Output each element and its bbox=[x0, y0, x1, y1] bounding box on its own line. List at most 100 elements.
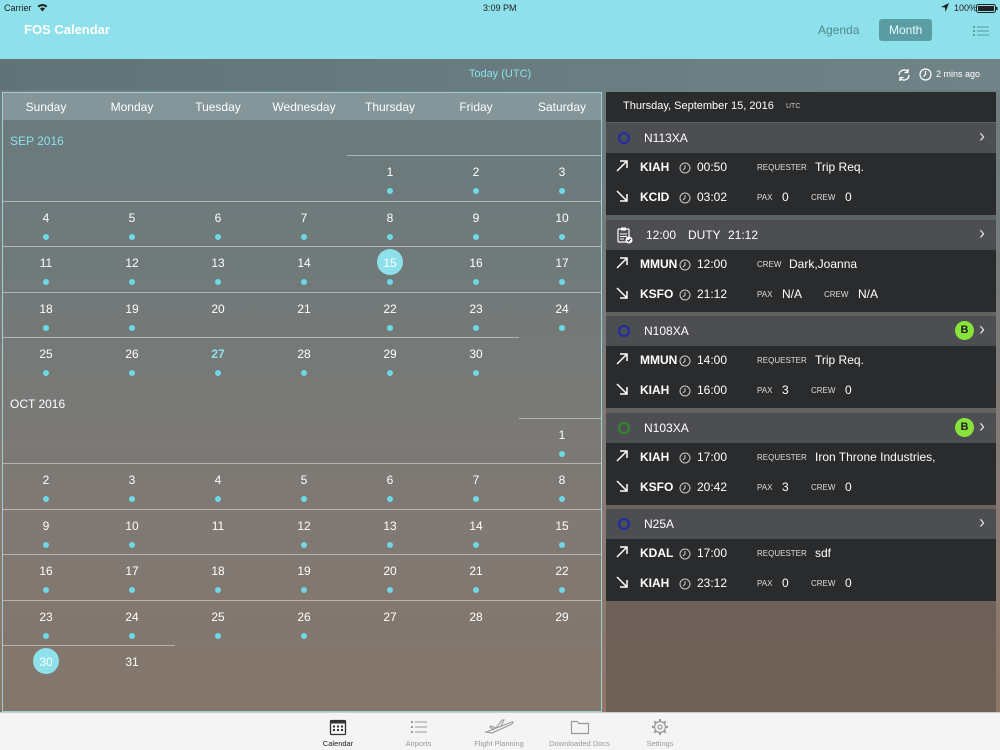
day-cell-13[interactable]: 13 bbox=[175, 256, 261, 270]
agenda-view-button[interactable]: Agenda bbox=[808, 19, 869, 41]
arrival-row: KSFO 20:42 PAX 3 CREW 0 bbox=[606, 473, 996, 503]
day-cell-31[interactable]: 31 bbox=[89, 655, 175, 669]
day-cell-27[interactable]: 27 bbox=[175, 347, 261, 361]
day-cell-5[interactable]: 5 bbox=[89, 211, 175, 225]
day-cell-1[interactable]: 1 bbox=[519, 428, 601, 442]
week-separator bbox=[519, 417, 601, 419]
sync-icon[interactable] bbox=[897, 68, 911, 82]
event-indicator-dot bbox=[215, 496, 221, 502]
day-cell-13[interactable]: 13 bbox=[347, 519, 433, 533]
day-cell-21[interactable]: 21 bbox=[261, 302, 347, 316]
tab-flight-planning[interactable]: Flight Planning bbox=[459, 713, 539, 750]
day-cell-25[interactable]: 25 bbox=[175, 610, 261, 624]
day-cell-21[interactable]: 21 bbox=[433, 564, 519, 578]
chevron-right-icon[interactable]: › bbox=[979, 512, 985, 533]
day-cell-2[interactable]: 2 bbox=[3, 473, 89, 487]
day-cell-4[interactable]: 4 bbox=[175, 473, 261, 487]
arrival-clock-icon bbox=[679, 191, 691, 209]
day-cell-19[interactable]: 19 bbox=[261, 564, 347, 578]
day-cell-20[interactable]: 20 bbox=[347, 564, 433, 578]
chevron-right-icon[interactable]: › bbox=[979, 416, 985, 437]
day-cell-10[interactable]: 10 bbox=[89, 519, 175, 533]
day-cell-26[interactable]: 26 bbox=[261, 610, 347, 624]
crew-label: CREW bbox=[811, 386, 836, 395]
tab-settings[interactable]: Settings bbox=[620, 713, 700, 750]
day-cell-30[interactable]: 30 bbox=[3, 655, 89, 669]
chevron-right-icon[interactable]: › bbox=[979, 126, 985, 147]
day-agenda-panel: Thursday, September 15, 2016 UTC N113XA ›… bbox=[606, 92, 996, 712]
day-cell-7[interactable]: 7 bbox=[433, 473, 519, 487]
day-cell-12[interactable]: 12 bbox=[89, 256, 175, 270]
day-cell-9[interactable]: 9 bbox=[3, 519, 89, 533]
day-cell-1[interactable]: 1 bbox=[347, 165, 433, 179]
day-cell-11[interactable]: 11 bbox=[3, 256, 89, 270]
day-cell-18[interactable]: 18 bbox=[3, 302, 89, 316]
agenda-item-header[interactable]: N113XA › bbox=[606, 123, 996, 153]
pax-label: PAX bbox=[757, 386, 773, 395]
day-cell-17[interactable]: 17 bbox=[89, 564, 175, 578]
agenda-item-header[interactable]: N108XA B › bbox=[606, 316, 996, 346]
day-cell-20[interactable]: 20 bbox=[175, 302, 261, 316]
event-indicator-dot bbox=[129, 370, 135, 376]
tab-downloaded-docs[interactable]: Downloaded Docs bbox=[540, 713, 620, 750]
day-cell-26[interactable]: 26 bbox=[89, 347, 175, 361]
day-cell-28[interactable]: 28 bbox=[261, 347, 347, 361]
day-cell-9[interactable]: 9 bbox=[433, 211, 519, 225]
day-cell-7[interactable]: 7 bbox=[261, 211, 347, 225]
event-indicator-dot bbox=[129, 324, 135, 331]
day-cell-16[interactable]: 16 bbox=[433, 256, 519, 270]
tab-airports[interactable]: Airports bbox=[379, 713, 459, 750]
day-cell-27[interactable]: 27 bbox=[347, 610, 433, 624]
agenda-item-header[interactable]: N103XA B › bbox=[606, 412, 996, 443]
day-cell-23[interactable]: 23 bbox=[3, 610, 89, 624]
day-cell-23[interactable]: 23 bbox=[433, 302, 519, 316]
day-cell-8[interactable]: 8 bbox=[347, 211, 433, 225]
day-cell-11[interactable]: 11 bbox=[175, 519, 261, 533]
day-cell-14[interactable]: 14 bbox=[261, 256, 347, 270]
day-cell-5[interactable]: 5 bbox=[261, 473, 347, 487]
today-button[interactable]: Today (UTC) bbox=[0, 68, 1000, 80]
agenda-item-flight[interactable]: N103XA B › KIAH 17:00 REQUESTER Iron Throne In… bbox=[606, 412, 996, 505]
day-cell-30[interactable]: 30 bbox=[433, 347, 519, 361]
day-cell-3[interactable]: 3 bbox=[89, 473, 175, 487]
day-cell-28[interactable]: 28 bbox=[433, 610, 519, 624]
day-cell-14[interactable]: 14 bbox=[433, 519, 519, 533]
chevron-right-icon[interactable]: › bbox=[979, 223, 985, 244]
day-cell-24[interactable]: 24 bbox=[89, 610, 175, 624]
agenda-item-flight[interactable]: N108XA B › MMUN 14:00 REQUESTER Trip Req. KIAH 1… bbox=[606, 316, 996, 408]
day-cell-19[interactable]: 19 bbox=[89, 302, 175, 316]
day-cell-29[interactable]: 29 bbox=[347, 347, 433, 361]
departure-info-label: REQUESTER bbox=[757, 163, 807, 172]
event-indicator-dot bbox=[473, 587, 479, 593]
day-cell-16[interactable]: 16 bbox=[3, 564, 89, 578]
month-view-button[interactable]: Month bbox=[879, 19, 933, 41]
day-cell-6[interactable]: 6 bbox=[175, 211, 261, 225]
day-cell-22[interactable]: 22 bbox=[347, 302, 433, 316]
tab-calendar[interactable]: Calendar bbox=[298, 713, 378, 750]
event-indicator-dot bbox=[43, 233, 49, 240]
day-cell-8[interactable]: 8 bbox=[519, 473, 601, 487]
agenda-item-header[interactable]: N25A › bbox=[606, 509, 996, 539]
agenda-item-flight[interactable]: N113XA › KIAH 00:50 REQUESTER Trip Req. KCID 03… bbox=[606, 123, 996, 215]
day-cell-2[interactable]: 2 bbox=[433, 165, 519, 179]
day-cell-29[interactable]: 29 bbox=[519, 610, 601, 624]
arrival-airport: KIAH bbox=[640, 576, 670, 590]
day-cell-15[interactable]: 15 bbox=[347, 256, 433, 270]
agenda-item-duty[interactable]: 12:00 DUTY 21:12 › MMUN 12:00 CREW Dark,Joanna K… bbox=[606, 219, 996, 312]
agenda-item-header[interactable]: 12:00 DUTY 21:12 › bbox=[606, 219, 996, 250]
day-cell-25[interactable]: 25 bbox=[3, 347, 89, 361]
menu-list-icon[interactable] bbox=[973, 25, 989, 37]
day-cell-22[interactable]: 22 bbox=[519, 564, 601, 578]
day-cell-3[interactable]: 3 bbox=[519, 165, 601, 179]
day-cell-24[interactable]: 24 bbox=[519, 302, 601, 316]
agenda-item-flight[interactable]: N25A › KDAL 17:00 REQUESTER sdf KIAH 23:12 PAX 0 C… bbox=[606, 509, 996, 601]
departure-airport: KIAH bbox=[640, 449, 670, 464]
day-cell-4[interactable]: 4 bbox=[3, 211, 89, 225]
day-cell-6[interactable]: 6 bbox=[347, 473, 433, 487]
day-cell-15[interactable]: 15 bbox=[519, 519, 601, 533]
day-cell-18[interactable]: 18 bbox=[175, 564, 261, 578]
day-cell-10[interactable]: 10 bbox=[519, 211, 601, 225]
day-cell-17[interactable]: 17 bbox=[519, 256, 601, 270]
day-cell-12[interactable]: 12 bbox=[261, 519, 347, 533]
chevron-right-icon[interactable]: › bbox=[979, 319, 985, 340]
